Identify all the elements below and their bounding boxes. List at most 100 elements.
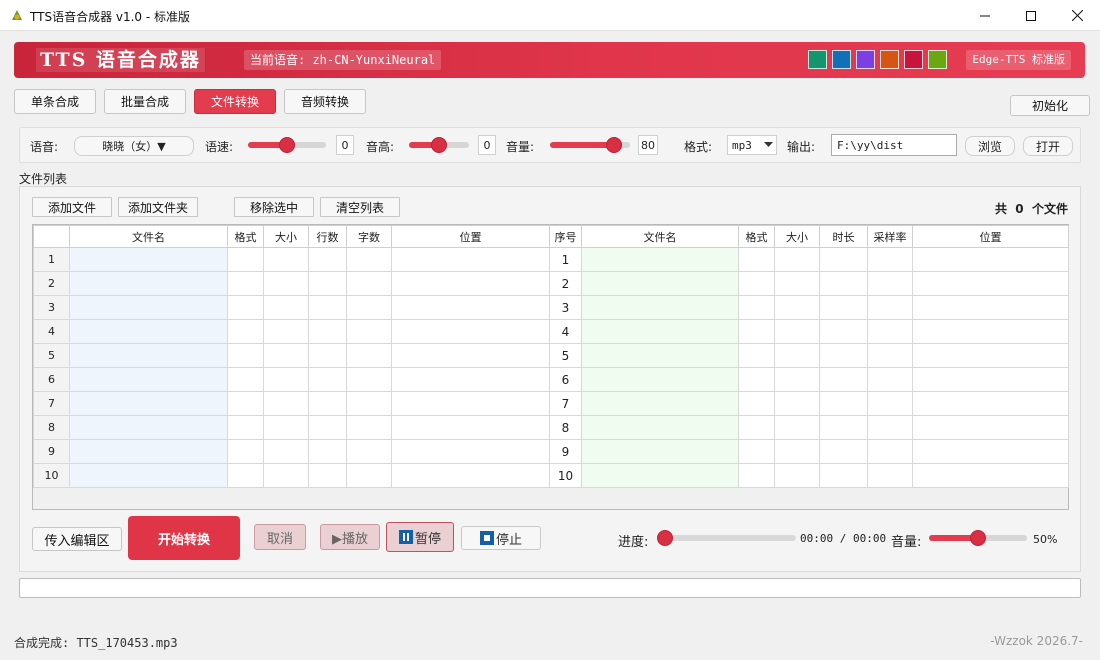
- theme-swatch[interactable]: [856, 50, 875, 69]
- close-icon[interactable]: [1054, 0, 1100, 31]
- stop-button[interactable]: 停止: [461, 526, 541, 550]
- table-cell[interactable]: [738, 295, 775, 320]
- table-cell[interactable]: [738, 247, 775, 272]
- table-cell[interactable]: [227, 319, 264, 344]
- table-cell[interactable]: [263, 391, 309, 416]
- table-cell[interactable]: [308, 367, 347, 392]
- table-cell[interactable]: [391, 271, 550, 296]
- table-cell[interactable]: [867, 319, 913, 344]
- playback-volume-slider[interactable]: [929, 530, 1027, 546]
- table-cell[interactable]: [912, 367, 1069, 392]
- pause-button[interactable]: 暂停: [386, 522, 454, 552]
- table-row[interactable]: 55: [33, 343, 1069, 368]
- table-cell[interactable]: [263, 343, 309, 368]
- table-cell[interactable]: [227, 439, 264, 464]
- table-cell[interactable]: [819, 343, 868, 368]
- tab-single[interactable]: 单条合成: [14, 89, 96, 114]
- table-cell[interactable]: [263, 295, 309, 320]
- table-cell[interactable]: [346, 439, 392, 464]
- maximize-icon[interactable]: [1008, 0, 1054, 31]
- table-cell[interactable]: [867, 391, 913, 416]
- table-cell[interactable]: [819, 271, 868, 296]
- table-cell[interactable]: [867, 343, 913, 368]
- table-cell[interactable]: [308, 415, 347, 440]
- col-header[interactable]: 文件名: [581, 225, 739, 248]
- table-cell[interactable]: [69, 295, 228, 320]
- table-cell[interactable]: [391, 367, 550, 392]
- table-cell[interactable]: [738, 319, 775, 344]
- theme-swatch[interactable]: [928, 50, 947, 69]
- table-row[interactable]: 22: [33, 271, 1069, 296]
- play-button[interactable]: ▶播放: [320, 524, 380, 550]
- table-cell[interactable]: [346, 391, 392, 416]
- theme-swatch[interactable]: [880, 50, 899, 69]
- table-cell[interactable]: [308, 247, 347, 272]
- cancel-button[interactable]: 取消: [254, 524, 306, 550]
- table-cell[interactable]: [738, 415, 775, 440]
- table-cell[interactable]: [819, 415, 868, 440]
- table-cell[interactable]: [819, 295, 868, 320]
- table-cell[interactable]: [346, 271, 392, 296]
- table-cell[interactable]: [69, 343, 228, 368]
- open-button[interactable]: 打开: [1023, 136, 1073, 156]
- table-cell[interactable]: [391, 247, 550, 272]
- table-cell[interactable]: [69, 247, 228, 272]
- table-cell[interactable]: [819, 319, 868, 344]
- table-cell[interactable]: [308, 463, 347, 488]
- table-cell[interactable]: [738, 343, 775, 368]
- start-convert-button[interactable]: 开始转换: [128, 516, 240, 560]
- table-row[interactable]: 44: [33, 319, 1069, 344]
- table-cell[interactable]: [819, 391, 868, 416]
- table-cell[interactable]: [867, 439, 913, 464]
- table-cell[interactable]: [912, 319, 1069, 344]
- table-cell[interactable]: [391, 319, 550, 344]
- table-cell[interactable]: [346, 295, 392, 320]
- table-cell[interactable]: [227, 247, 264, 272]
- table-cell[interactable]: [227, 271, 264, 296]
- col-header[interactable]: 格式: [227, 225, 264, 248]
- table-cell[interactable]: [581, 271, 739, 296]
- col-header[interactable]: 位置: [912, 225, 1069, 248]
- table-cell[interactable]: [819, 247, 868, 272]
- col-header[interactable]: 序号: [549, 225, 582, 248]
- theme-swatch[interactable]: [808, 50, 827, 69]
- table-cell[interactable]: [912, 343, 1069, 368]
- table-cell[interactable]: [912, 415, 1069, 440]
- table-row[interactable]: 10 10: [33, 463, 1069, 488]
- output-path-input[interactable]: F:\yy\dist: [831, 134, 957, 156]
- clear-list-button[interactable]: 清空列表: [320, 197, 400, 217]
- table-cell[interactable]: [227, 367, 264, 392]
- table-cell[interactable]: [308, 343, 347, 368]
- send-to-editor-button[interactable]: 传入编辑区: [32, 527, 122, 551]
- theme-swatch[interactable]: [904, 50, 923, 69]
- table-cell[interactable]: [581, 415, 739, 440]
- col-header[interactable]: 大小: [263, 225, 309, 248]
- table-cell[interactable]: [867, 295, 913, 320]
- table-cell[interactable]: [69, 391, 228, 416]
- table-cell[interactable]: [738, 391, 775, 416]
- voice-select[interactable]: 晓晓（女）▼: [74, 136, 194, 156]
- progress-slider[interactable]: [657, 530, 796, 546]
- table-cell[interactable]: [346, 319, 392, 344]
- table-cell[interactable]: [346, 343, 392, 368]
- pitch-slider[interactable]: [409, 137, 469, 153]
- table-cell[interactable]: [912, 271, 1069, 296]
- table-cell[interactable]: [774, 247, 820, 272]
- table-cell[interactable]: [308, 439, 347, 464]
- table-row[interactable]: 99: [33, 439, 1069, 464]
- table-row[interactable]: 88: [33, 415, 1069, 440]
- table-cell[interactable]: [774, 271, 820, 296]
- table-cell[interactable]: [308, 295, 347, 320]
- rate-slider[interactable]: [248, 137, 326, 153]
- table-cell[interactable]: [346, 247, 392, 272]
- table-cell[interactable]: [581, 319, 739, 344]
- table-cell[interactable]: [774, 463, 820, 488]
- table-row[interactable]: 66: [33, 367, 1069, 392]
- table-cell[interactable]: [912, 295, 1069, 320]
- table-cell[interactable]: [346, 367, 392, 392]
- table-cell[interactable]: [308, 319, 347, 344]
- table-cell[interactable]: [774, 391, 820, 416]
- table-cell[interactable]: [912, 463, 1069, 488]
- table-cell[interactable]: [391, 439, 550, 464]
- tab-batch[interactable]: 批量合成: [104, 89, 186, 114]
